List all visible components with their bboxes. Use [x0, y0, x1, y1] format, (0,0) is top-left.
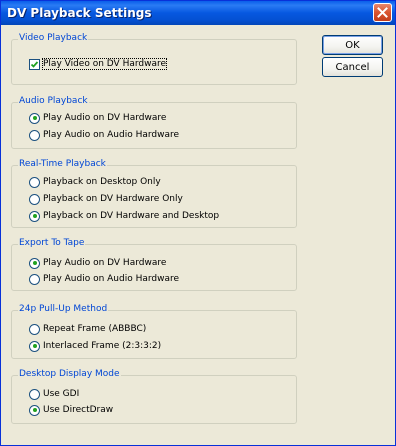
desktop-display-group: Desktop Display Mode Use GDI Use DirectD…: [11, 369, 297, 424]
dialog-window: DV Playback Settings OK Cancel Video Pla…: [0, 0, 396, 446]
audio-dv-radio[interactable]: Play Audio on DV Hardware: [29, 111, 166, 125]
video-playback-group: Video Playback Play Video on DV Hardware: [11, 33, 297, 85]
group-legend: Export To Tape: [18, 238, 86, 248]
repeat-frame-radio[interactable]: Repeat Frame (ABBBC): [29, 322, 146, 336]
export-audio-hardware-radio[interactable]: Play Audio on Audio Hardware: [29, 272, 179, 286]
radio-indicator: [29, 273, 40, 285]
radio-indicator: [29, 210, 40, 222]
radio-indicator: [29, 112, 40, 124]
radio-indicator: [29, 129, 40, 141]
group-legend: Audio Playback: [18, 96, 89, 106]
radio-label: Use DirectDraw: [43, 405, 114, 415]
radio-label: Repeat Frame (ABBBC): [43, 324, 147, 334]
radio-label: Playback on DV Hardware Only: [43, 194, 183, 204]
group-legend: Video Playback: [18, 33, 89, 43]
radio-label: Play Audio on DV Hardware: [43, 258, 167, 268]
radio-label: Interlaced Frame (2:3:3:2): [43, 341, 162, 351]
group-legend: Real-Time Playback: [18, 159, 107, 169]
playback-dv-radio[interactable]: Playback on DV Hardware Only: [29, 192, 183, 206]
checkbox-label: Play Video on DV Hardware: [41, 58, 168, 70]
radio-label: Play Audio on Audio Hardware: [43, 274, 180, 284]
radio-label: Play Audio on DV Hardware: [43, 113, 167, 123]
window-title: DV Playback Settings: [7, 6, 152, 20]
export-audio-dv-radio[interactable]: Play Audio on DV Hardware: [29, 256, 166, 270]
playback-desktop-radio[interactable]: Playback on Desktop Only: [29, 175, 161, 189]
group-legend: 24p Pull-Up Method: [18, 304, 109, 314]
export-to-tape-group: Export To Tape Play Audio on DV Hardware…: [11, 238, 297, 291]
use-gdi-radio[interactable]: Use GDI: [29, 387, 79, 401]
radio-label: Play Audio on Audio Hardware: [43, 130, 180, 140]
title-bar[interactable]: DV Playback Settings: [1, 1, 395, 25]
radio-indicator: [29, 193, 40, 205]
close-icon: [377, 7, 388, 18]
radio-indicator: [29, 404, 40, 416]
radio-label: Playback on Desktop Only: [43, 177, 161, 187]
radio-indicator: [29, 257, 40, 269]
interlaced-frame-radio[interactable]: Interlaced Frame (2:3:3:2): [29, 339, 161, 353]
audio-hardware-radio[interactable]: Play Audio on Audio Hardware: [29, 128, 179, 142]
radio-indicator: [29, 340, 40, 352]
radio-indicator: [29, 388, 40, 400]
radio-indicator: [29, 176, 40, 188]
use-directdraw-radio[interactable]: Use DirectDraw: [29, 403, 113, 417]
checkbox-box: [29, 58, 40, 70]
pullup-method-group: 24p Pull-Up Method Repeat Frame (ABBBC) …: [11, 304, 297, 359]
radio-label: Use GDI: [43, 389, 80, 399]
playback-dv-desktop-radio[interactable]: Playback on DV Hardware and Desktop: [29, 209, 219, 223]
play-video-dv-checkbox[interactable]: Play Video on DV Hardware: [29, 57, 168, 71]
close-button[interactable]: [373, 3, 392, 22]
realtime-playback-group: Real-Time Playback Playback on Desktop O…: [11, 159, 297, 228]
audio-playback-group: Audio Playback Play Audio on DV Hardware…: [11, 96, 297, 149]
group-legend: Desktop Display Mode: [18, 369, 121, 379]
cancel-button[interactable]: Cancel: [322, 57, 383, 77]
radio-label: Playback on DV Hardware and Desktop: [43, 211, 220, 221]
checkmark-icon: [30, 60, 39, 68]
ok-button[interactable]: OK: [322, 35, 383, 55]
radio-indicator: [29, 323, 40, 335]
